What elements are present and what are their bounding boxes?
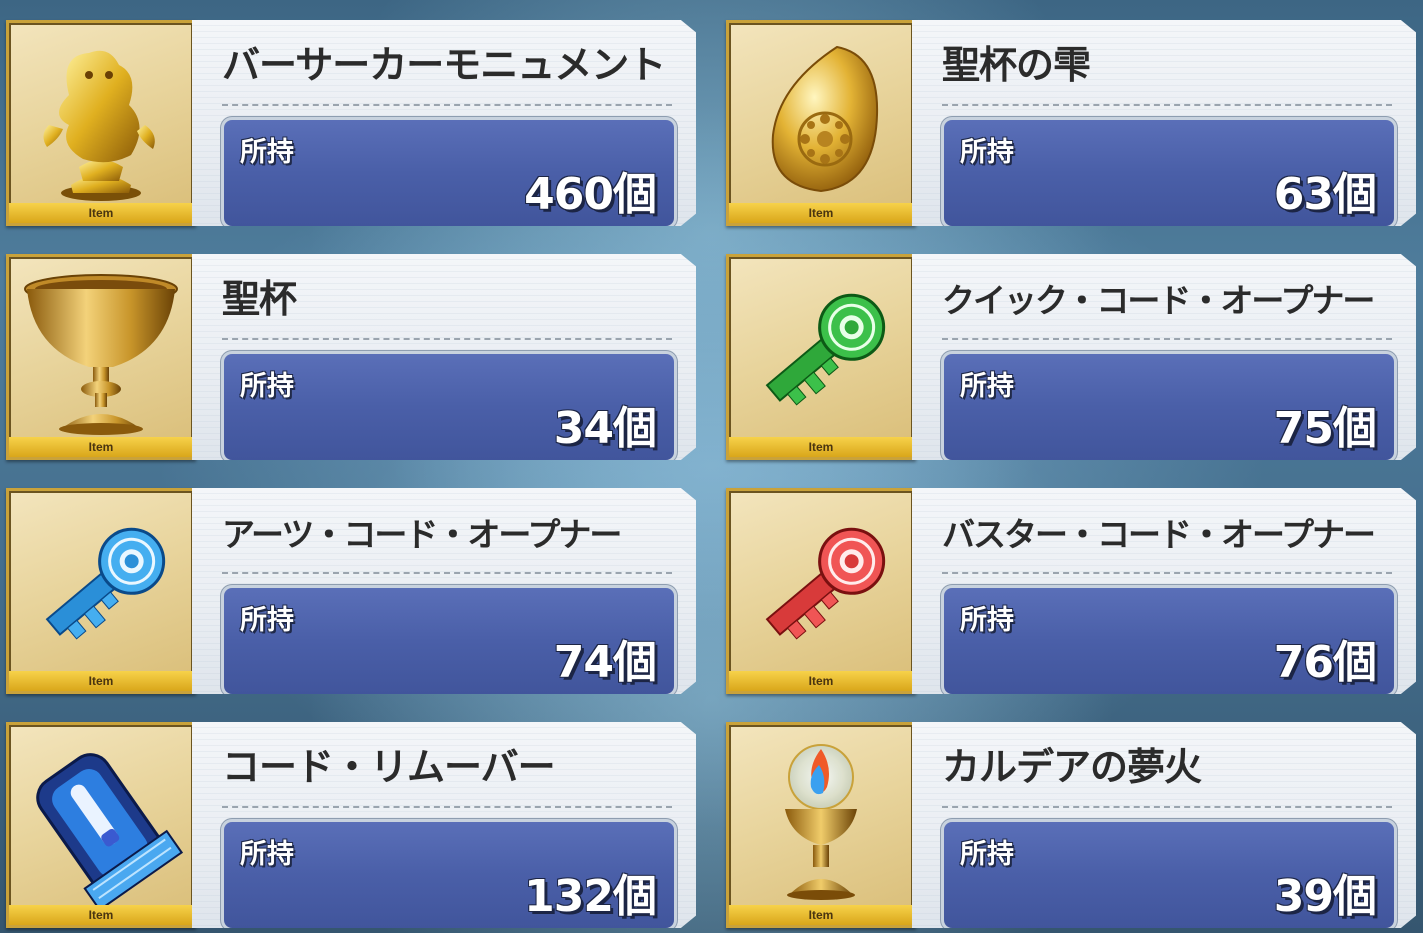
count-label: 所持 bbox=[960, 605, 1014, 636]
count-label: 所持 bbox=[240, 605, 294, 636]
arts-code-opener-icon bbox=[45, 527, 166, 640]
count-box: 所持 74個 bbox=[224, 588, 674, 694]
count-label: 所持 bbox=[960, 371, 1014, 402]
item-panel: 聖杯 所持 34個 bbox=[192, 254, 696, 460]
item-name: カルデアの夢火 bbox=[942, 745, 1202, 789]
item-count: 76個 bbox=[1273, 637, 1377, 688]
item-panel: 聖杯の雫 所持 63個 bbox=[912, 20, 1416, 226]
item-card-code-remover[interactable]: Item コード・リムーバー 所持 132個 bbox=[6, 722, 696, 928]
item-count: 132個 bbox=[524, 871, 657, 922]
item-icon-frame: Item bbox=[6, 722, 196, 928]
count-box: 所持 132個 bbox=[224, 822, 674, 928]
divider bbox=[942, 806, 1392, 808]
item-tag: Item bbox=[9, 905, 193, 925]
item-tag: Item bbox=[729, 671, 913, 691]
count-label: 所持 bbox=[240, 137, 294, 168]
divider bbox=[942, 104, 1392, 106]
item-icon-frame: Item bbox=[726, 488, 916, 694]
count-box: 所持 63個 bbox=[944, 120, 1394, 226]
item-tag: Item bbox=[9, 437, 193, 457]
count-label: 所持 bbox=[240, 839, 294, 870]
item-name: 聖杯の雫 bbox=[942, 43, 1091, 87]
count-label: 所持 bbox=[240, 371, 294, 402]
item-count: 460個 bbox=[524, 169, 657, 220]
divider bbox=[942, 572, 1392, 574]
item-card-grail-drop[interactable]: Item 聖杯の雫 所持 63個 bbox=[726, 20, 1416, 226]
item-icon-frame: Item bbox=[6, 488, 196, 694]
item-panel: バスター・コード・オープナー 所持 76個 bbox=[912, 488, 1416, 694]
count-label: 所持 bbox=[960, 137, 1014, 168]
item-card-chaldea-lantern[interactable]: Item カルデアの夢火 所持 39個 bbox=[726, 722, 1416, 928]
item-icon-frame: Item bbox=[726, 20, 916, 226]
divider bbox=[222, 572, 672, 574]
chaldea-lantern-icon bbox=[785, 744, 857, 900]
count-box: 所持 460個 bbox=[224, 120, 674, 226]
item-name: アーツ・コード・オープナー bbox=[222, 515, 622, 554]
item-name: コード・リムーバー bbox=[222, 745, 556, 789]
divider bbox=[222, 806, 672, 808]
item-card-buster-code-opener[interactable]: Item バスター・コード・オープナー 所持 76個 bbox=[726, 488, 1416, 694]
divider bbox=[222, 104, 672, 106]
item-tag: Item bbox=[729, 905, 913, 925]
item-card-holy-grail[interactable]: Item 聖杯 所持 34個 bbox=[6, 254, 696, 460]
item-icon-frame: Item bbox=[726, 722, 916, 928]
divider bbox=[942, 338, 1392, 340]
item-icon-frame: Item bbox=[6, 254, 196, 460]
item-card-arts-code-opener[interactable]: Item アーツ・コード・オープナー 所持 74個 bbox=[6, 488, 696, 694]
berserker-monument-icon bbox=[43, 50, 155, 201]
item-count: 75個 bbox=[1273, 403, 1377, 454]
item-count: 39個 bbox=[1273, 871, 1377, 922]
item-panel: カルデアの夢火 所持 39個 bbox=[912, 722, 1416, 928]
item-name: 聖杯 bbox=[222, 277, 297, 321]
item-name: バスター・コード・オープナー bbox=[942, 515, 1376, 554]
code-remover-icon bbox=[36, 753, 183, 905]
item-tag: Item bbox=[9, 671, 193, 691]
item-card-quick-code-opener[interactable]: Item クイック・コード・オープナー 所持 75個 bbox=[726, 254, 1416, 460]
item-count: 34個 bbox=[553, 403, 657, 454]
item-count: 63個 bbox=[1273, 169, 1377, 220]
grail-drop-icon bbox=[771, 45, 879, 193]
item-panel: バーサーカーモニュメント 所持 460個 bbox=[192, 20, 696, 226]
item-tag: Item bbox=[729, 203, 913, 223]
buster-code-opener-icon bbox=[765, 527, 886, 640]
item-panel: コード・リムーバー 所持 132個 bbox=[192, 722, 696, 928]
item-card-berserker-monument[interactable]: Item バーサーカーモニュメント 所持 460個 bbox=[6, 20, 696, 226]
item-panel: クイック・コード・オープナー 所持 75個 bbox=[912, 254, 1416, 460]
divider bbox=[222, 338, 672, 340]
holy-grail-icon bbox=[24, 274, 178, 435]
item-icon-frame: Item bbox=[6, 20, 196, 226]
item-tag: Item bbox=[9, 203, 193, 223]
count-box: 所持 76個 bbox=[944, 588, 1394, 694]
item-icon-frame: Item bbox=[726, 254, 916, 460]
item-tag: Item bbox=[729, 437, 913, 457]
item-name: クイック・コード・オープナー bbox=[942, 281, 1375, 320]
item-count: 74個 bbox=[553, 637, 657, 688]
item-name: バーサーカーモニュメント bbox=[222, 43, 666, 87]
count-box: 所持 39個 bbox=[944, 822, 1394, 928]
count-box: 所持 34個 bbox=[224, 354, 674, 460]
count-label: 所持 bbox=[960, 839, 1014, 870]
item-panel: アーツ・コード・オープナー 所持 74個 bbox=[192, 488, 696, 694]
quick-code-opener-icon bbox=[765, 293, 886, 406]
count-box: 所持 75個 bbox=[944, 354, 1394, 460]
